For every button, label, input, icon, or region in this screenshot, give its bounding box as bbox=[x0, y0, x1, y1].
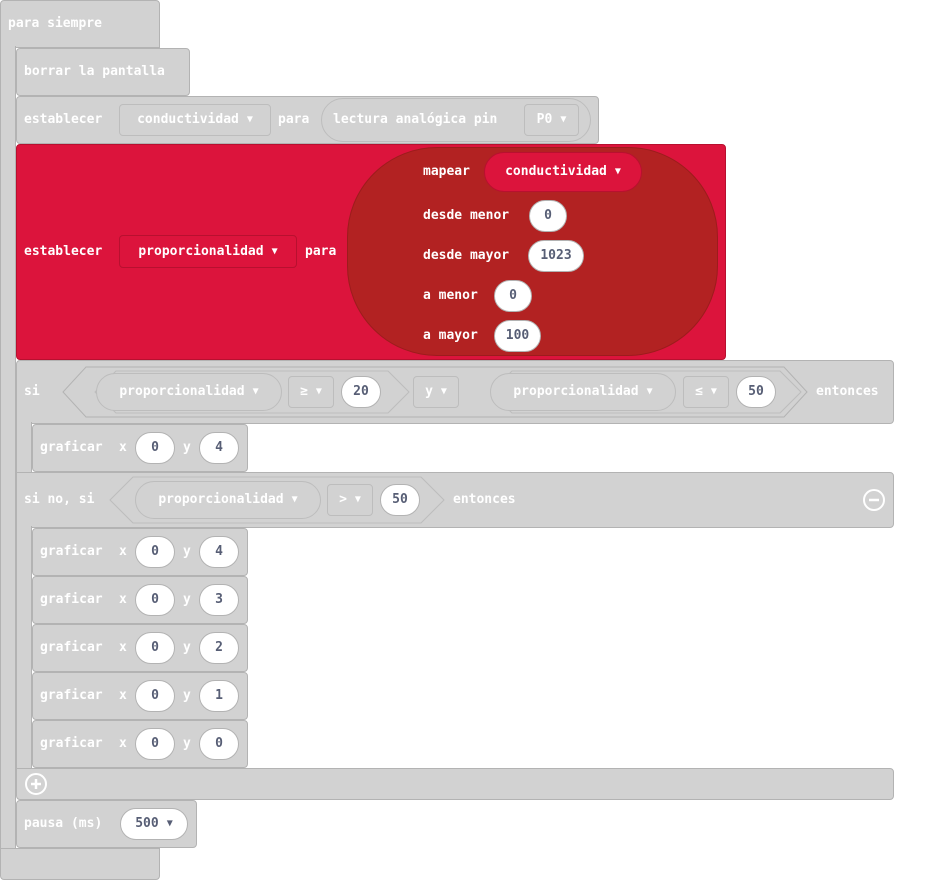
x-label: x bbox=[119, 592, 127, 607]
x-label: x bbox=[119, 736, 127, 751]
map-variable-dropdown[interactable]: conductividad ▼ bbox=[484, 152, 642, 192]
to-low-label: a menor bbox=[423, 288, 478, 303]
to-low-input[interactable]: 0 bbox=[494, 280, 532, 312]
map-label: mapear bbox=[423, 164, 470, 179]
cond2-variable[interactable]: proporcionalidad ▼ bbox=[490, 373, 676, 411]
then-label: entonces bbox=[453, 492, 516, 507]
variable-name: conductividad bbox=[505, 164, 607, 179]
variable-name: proporcionalidad bbox=[119, 384, 245, 399]
then-label: entonces bbox=[816, 384, 879, 399]
from-high-label: desde mayor bbox=[423, 248, 510, 263]
plot-label: graficar bbox=[40, 544, 103, 559]
caret-down-icon: ▼ bbox=[252, 386, 259, 397]
if-spine-1 bbox=[16, 422, 32, 474]
variable-name: proporcionalidad bbox=[158, 492, 284, 507]
from-low-label: desde menor bbox=[423, 208, 510, 223]
caret-down-icon: ▼ bbox=[646, 386, 653, 397]
set-label: establecer bbox=[24, 244, 103, 259]
caret-down-icon: ▼ bbox=[614, 166, 621, 177]
y-label: y bbox=[183, 592, 191, 607]
plot-label: graficar bbox=[40, 736, 103, 751]
x-label: x bbox=[119, 688, 127, 703]
cond1-value[interactable]: 20 bbox=[341, 376, 381, 408]
variable-dropdown-conductividad[interactable]: conductividad ▼ bbox=[119, 104, 271, 136]
plot-label: graficar bbox=[40, 688, 103, 703]
cond2-value[interactable]: 50 bbox=[736, 376, 776, 408]
forever-footer bbox=[0, 848, 160, 880]
pause-value: 500 bbox=[135, 816, 159, 831]
y-label: y bbox=[183, 544, 191, 559]
caret-down-icon: ▼ bbox=[271, 245, 278, 257]
set-label: establecer bbox=[24, 112, 103, 127]
x-input[interactable]: 0 bbox=[135, 584, 175, 616]
clear-screen-label: borrar la pantalla bbox=[24, 64, 165, 79]
plot-label: graficar bbox=[40, 592, 103, 607]
x-input[interactable]: 0 bbox=[135, 632, 175, 664]
x-input[interactable]: 0 bbox=[135, 432, 175, 464]
to-high-label: a mayor bbox=[423, 328, 478, 343]
if-spine-2 bbox=[16, 526, 32, 770]
minus-circle-icon[interactable] bbox=[862, 488, 886, 512]
cond3-value[interactable]: 50 bbox=[380, 484, 420, 516]
y-input[interactable]: 2 bbox=[199, 632, 239, 664]
caret-down-icon: ▼ bbox=[291, 494, 298, 505]
operator: ≥ bbox=[300, 384, 308, 399]
caret-down-icon: ▼ bbox=[710, 386, 717, 397]
y-input[interactable]: 0 bbox=[199, 728, 239, 760]
cond2-operator[interactable]: ≤ ▼ bbox=[683, 376, 729, 408]
to-label: para bbox=[278, 112, 310, 127]
variable-name: proporcionalidad bbox=[138, 243, 264, 259]
caret-down-icon: ▼ bbox=[246, 114, 253, 125]
variable-name: conductividad bbox=[137, 112, 239, 127]
x-label: x bbox=[119, 440, 127, 455]
operator: > bbox=[339, 492, 347, 507]
caret-down-icon: ▼ bbox=[440, 386, 447, 397]
cond1-variable[interactable]: proporcionalidad ▼ bbox=[96, 373, 282, 411]
y-label: y bbox=[183, 440, 191, 455]
variable-dropdown-proporcionalidad[interactable]: proporcionalidad ▼ bbox=[119, 235, 297, 268]
caret-down-icon: ▼ bbox=[354, 494, 361, 505]
operator: ≤ bbox=[695, 384, 703, 399]
plus-circle-icon[interactable] bbox=[24, 772, 48, 796]
caret-down-icon: ▼ bbox=[166, 818, 173, 829]
caret-down-icon: ▼ bbox=[315, 386, 322, 397]
y-input[interactable]: 4 bbox=[199, 536, 239, 568]
variable-name: proporcionalidad bbox=[513, 384, 639, 399]
forever-spine bbox=[0, 46, 16, 850]
plot-label: graficar bbox=[40, 440, 103, 455]
if-block-footer bbox=[16, 768, 894, 800]
y-input[interactable]: 4 bbox=[199, 432, 239, 464]
caret-down-icon: ▼ bbox=[560, 114, 567, 125]
x-input[interactable]: 0 bbox=[135, 728, 175, 760]
y-label: y bbox=[183, 640, 191, 655]
x-input[interactable]: 0 bbox=[135, 536, 175, 568]
cond3-variable[interactable]: proporcionalidad ▼ bbox=[135, 481, 321, 519]
to-high-input[interactable]: 100 bbox=[494, 320, 541, 352]
else-if-label: si no, si bbox=[24, 492, 95, 507]
pin-value: P0 bbox=[536, 112, 553, 127]
cond1-operator[interactable]: ≥ ▼ bbox=[288, 376, 334, 408]
cond3-operator[interactable]: > ▼ bbox=[327, 484, 373, 516]
x-label: x bbox=[119, 544, 127, 559]
forever-label: para siempre bbox=[8, 16, 102, 31]
y-input[interactable]: 1 bbox=[199, 680, 239, 712]
from-low-input[interactable]: 0 bbox=[529, 200, 567, 232]
from-high-input[interactable]: 1023 bbox=[528, 240, 584, 272]
plot-label: graficar bbox=[40, 640, 103, 655]
y-label: y bbox=[183, 688, 191, 703]
y-input[interactable]: 3 bbox=[199, 584, 239, 616]
if-label: si bbox=[24, 384, 40, 399]
pause-duration-dropdown[interactable]: 500 ▼ bbox=[120, 808, 188, 840]
pause-label: pausa (ms) bbox=[24, 816, 103, 831]
operator: y bbox=[425, 384, 433, 399]
to-label: para bbox=[305, 244, 337, 259]
x-label: x bbox=[119, 640, 127, 655]
analog-read-label: lectura analógica pin bbox=[333, 112, 498, 127]
y-label: y bbox=[183, 736, 191, 751]
pin-dropdown[interactable]: P0 ▼ bbox=[524, 104, 579, 136]
x-input[interactable]: 0 bbox=[135, 680, 175, 712]
logic-operator[interactable]: y ▼ bbox=[413, 376, 459, 408]
